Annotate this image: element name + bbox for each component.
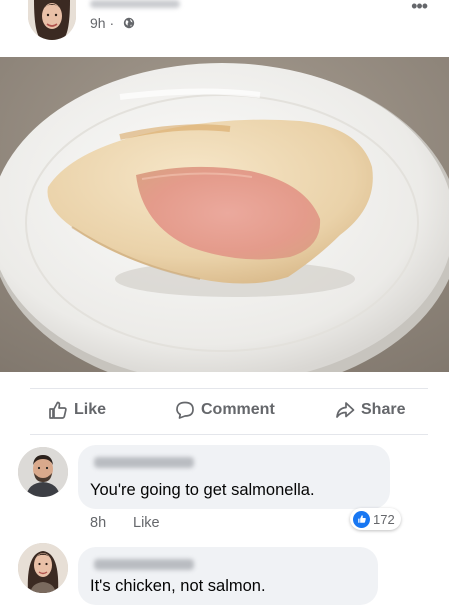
comment-button[interactable]: Comment bbox=[175, 400, 275, 420]
post-photo[interactable] bbox=[0, 57, 449, 372]
post-timestamp[interactable]: 9h · bbox=[90, 15, 114, 31]
share-label: Share bbox=[361, 401, 406, 418]
comment-bubble[interactable]: You're going to get salmonella. bbox=[78, 445, 390, 509]
comment-text: It's chicken, not salmon. bbox=[90, 577, 266, 595]
more-options-icon[interactable]: ••• bbox=[411, 0, 428, 17]
commenter-avatar[interactable] bbox=[18, 447, 68, 497]
comment-label: Comment bbox=[201, 401, 275, 418]
like-label: Like bbox=[74, 401, 107, 418]
poster-name-redacted[interactable] bbox=[90, 0, 180, 8]
comment-bubble[interactable]: It's chicken, not salmon. bbox=[78, 547, 378, 605]
comment-timestamp[interactable]: 8h bbox=[90, 515, 106, 531]
commenter-name-redacted[interactable] bbox=[94, 559, 194, 570]
comment-like-button[interactable]: Like bbox=[133, 515, 160, 531]
share-button[interactable]: Share bbox=[335, 400, 405, 420]
like-button[interactable]: Like bbox=[48, 400, 106, 420]
commenter-avatar[interactable] bbox=[18, 543, 68, 593]
globe-icon bbox=[123, 17, 135, 29]
comment-text: You're going to get salmonella. bbox=[90, 481, 315, 499]
poster-avatar[interactable] bbox=[28, 0, 76, 40]
reaction-count: 172 bbox=[373, 511, 395, 527]
reaction-count-badge[interactable]: 172 bbox=[350, 508, 401, 530]
post-action-bar: Like Comment Share bbox=[0, 392, 449, 430]
divider bbox=[30, 388, 428, 389]
commenter-name-redacted[interactable] bbox=[94, 457, 194, 468]
like-reaction-icon bbox=[353, 510, 370, 528]
share-arrow-icon bbox=[336, 402, 355, 418]
divider bbox=[30, 434, 428, 435]
speech-bubble-icon bbox=[176, 401, 194, 419]
thumbs-up-icon bbox=[49, 401, 67, 419]
post-header: 9h · ••• bbox=[0, 0, 449, 52]
